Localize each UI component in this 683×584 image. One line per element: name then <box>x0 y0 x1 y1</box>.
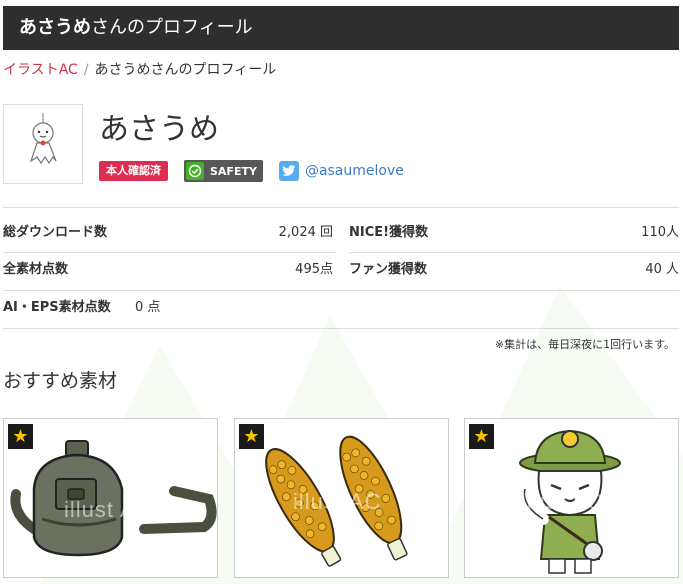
stats-divider <box>3 252 336 253</box>
header-username: あさうめ <box>19 17 91 38</box>
profile-badges: 本人確認済 SAFETY @asaumelove <box>99 160 404 182</box>
watermark: illust AC <box>515 489 604 514</box>
stats-divider <box>3 207 679 208</box>
teru-teru-bozu-icon <box>29 113 57 165</box>
recommended-title: おすすめ素材 <box>3 370 118 392</box>
nice-label: NICE!獲得数 <box>349 225 429 240</box>
recommended-item-card[interactable]: ★ illust AC <box>234 418 449 578</box>
breadcrumb: イラストAC / あさうめさんのプロフィール <box>3 60 276 80</box>
avatar[interactable] <box>3 104 83 184</box>
safety-badge-label: SAFETY <box>210 164 257 178</box>
recommended-item-card[interactable]: ★ illust AC <box>3 418 218 578</box>
ai-eps-label: AI・EPS素材点数 <box>3 300 111 315</box>
page-header: あさうめさんのプロフィール <box>3 6 679 50</box>
breadcrumb-current: あさうめさんのプロフィール <box>94 62 277 78</box>
materials-label: 全素材点数 <box>3 262 69 277</box>
breadcrumb-separator: / <box>83 62 89 78</box>
aggregation-note: ※集計は、毎日深夜に1回行います。 <box>494 338 675 351</box>
check-shield-icon <box>186 162 204 180</box>
breadcrumb-home-link[interactable]: イラストAC <box>3 62 78 78</box>
ai-eps-value: 0 点 <box>135 300 161 315</box>
downloads-value: 2,024 回 <box>278 225 333 240</box>
watermark: illust AC <box>293 489 382 514</box>
safety-badge: SAFETY <box>184 160 263 182</box>
twitter-handle: @asaumelove <box>304 163 404 179</box>
watermark: illust AC <box>64 497 153 522</box>
stats-divider <box>3 290 679 291</box>
stats-divider <box>349 252 679 253</box>
twitter-link[interactable]: @asaumelove <box>278 161 404 181</box>
downloads-label: 総ダウンロード数 <box>3 225 108 240</box>
recommended-item-card[interactable]: ★ illust AC <box>464 418 679 578</box>
fans-value: 40 人 <box>645 262 679 277</box>
profile-username: あさうめ <box>99 112 219 147</box>
twitter-icon <box>278 161 299 181</box>
star-icon: ★ <box>239 424 264 449</box>
nice-value: 110人 <box>641 225 679 240</box>
stats-divider <box>3 328 679 329</box>
star-icon: ★ <box>8 424 33 449</box>
fans-label: ファン獲得数 <box>349 262 428 277</box>
verified-badge: 本人確認済 <box>99 161 168 181</box>
star-icon: ★ <box>469 424 494 449</box>
header-title-suffix: さんのプロフィール <box>91 17 253 38</box>
materials-value: 495点 <box>295 262 333 277</box>
